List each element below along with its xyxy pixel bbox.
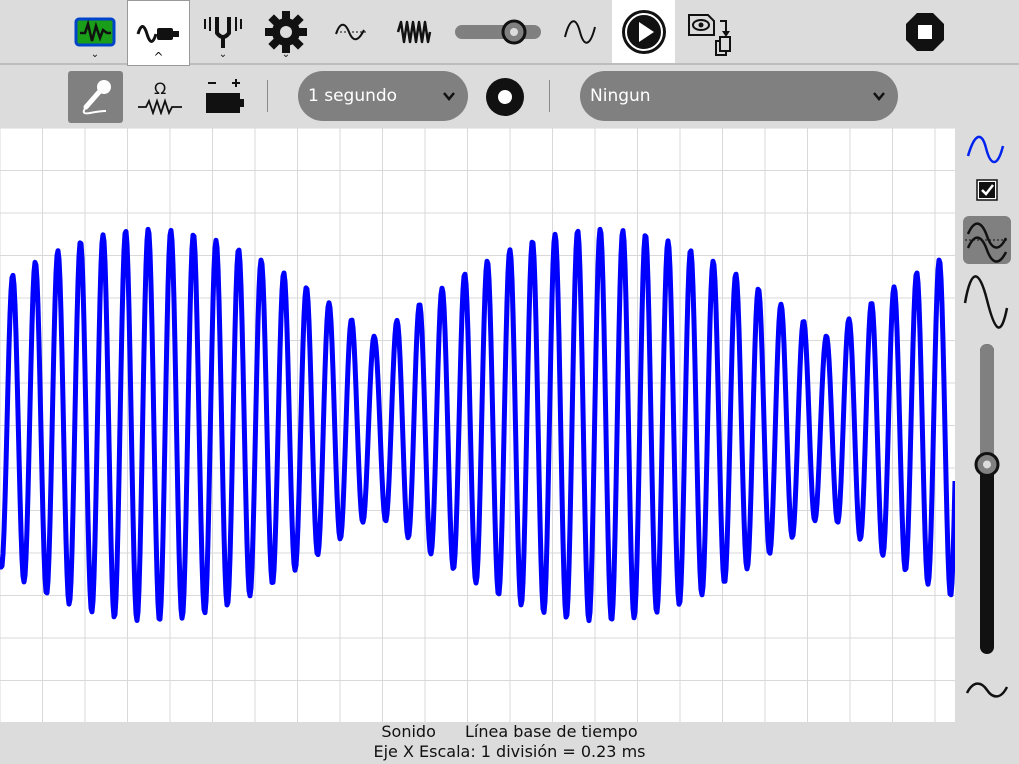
stop-button[interactable]: [895, 0, 955, 63]
chevron-up-icon: ^: [153, 50, 164, 64]
voltage-button[interactable]: [196, 71, 252, 123]
blue-wave-icon: [966, 135, 1005, 164]
amplitude-wave-icon: [963, 275, 1009, 329]
fast-wave-icon: [396, 20, 432, 43]
status-line-1: Sonido Línea base de tiempo: [0, 722, 1019, 742]
capture-screen-icon: [688, 13, 731, 56]
status-scale: Eje X Escala: 1 división = 0.23 ms: [373, 742, 646, 761]
chevron-down-icon: ⌄: [218, 49, 228, 60]
sensor-tab[interactable]: ^: [127, 0, 190, 66]
sine-wave-icon: [564, 19, 596, 44]
chevron-down-icon: [873, 92, 885, 101]
sensor-toolbar: Ω 1 segundo Ningun: [0, 66, 1019, 128]
waveform-plot: [0, 128, 955, 722]
oscilloscope-icon: [74, 17, 116, 46]
slider-track: [455, 19, 541, 44]
chevron-down-icon: ⌄: [90, 49, 100, 60]
trigger-value: Ningun: [590, 86, 651, 106]
svg-text:Ω: Ω: [154, 79, 166, 98]
battery-icon: [206, 79, 244, 113]
settings-tab[interactable]: ⌄: [255, 0, 317, 63]
sensor-probe-icon: [136, 25, 179, 43]
stop-icon: [906, 12, 944, 51]
microphone-button[interactable]: [68, 71, 123, 123]
status-mode: Línea base de tiempo: [464, 722, 638, 741]
waveform-canvas: [0, 128, 955, 722]
separator: [549, 80, 550, 112]
gear-icon: [265, 10, 307, 53]
trace-checkbox[interactable]: [976, 179, 998, 201]
chevron-down-icon: ⌄: [281, 49, 291, 60]
frequency-slider[interactable]: [450, 0, 546, 63]
sine-wave-button[interactable]: [550, 0, 610, 63]
invert-wave-button[interactable]: [963, 216, 1011, 264]
slow-wave-icon: [335, 23, 366, 40]
oscilloscope-tab[interactable]: ⌄: [64, 0, 126, 63]
record-interval-value: 1 segundo: [308, 86, 398, 106]
microphone-icon: [82, 80, 111, 115]
status-bar: Sonido Línea base de tiempo Eje X Escala…: [0, 722, 1019, 764]
status-source: Sonido: [381, 722, 436, 741]
record-interval-select[interactable]: 1 segundo: [298, 71, 468, 121]
separator: [267, 80, 268, 112]
sidebar-controls: [963, 135, 1011, 698]
record-button[interactable]: [482, 71, 528, 123]
resistance-icon: Ω: [138, 79, 182, 115]
trigger-select[interactable]: Ningun: [580, 71, 898, 121]
low-frequency-button[interactable]: [322, 0, 380, 63]
record-icon: [486, 78, 524, 116]
gain-slider[interactable]: [974, 344, 1000, 654]
tilde-wave-icon: [965, 682, 1009, 698]
play-button[interactable]: [612, 0, 675, 63]
capture-button[interactable]: [680, 0, 740, 63]
right-sidebar: [955, 128, 1019, 722]
tuning-fork-icon: [204, 16, 242, 48]
chevron-down-icon: [443, 92, 455, 101]
high-frequency-button[interactable]: [385, 0, 443, 63]
resistance-button[interactable]: Ω: [132, 71, 188, 123]
main-toolbar: ⌄ ^ ⌄ ⌄: [0, 0, 1019, 66]
tuning-fork-tab[interactable]: ⌄: [192, 0, 254, 63]
play-icon: [621, 9, 666, 54]
